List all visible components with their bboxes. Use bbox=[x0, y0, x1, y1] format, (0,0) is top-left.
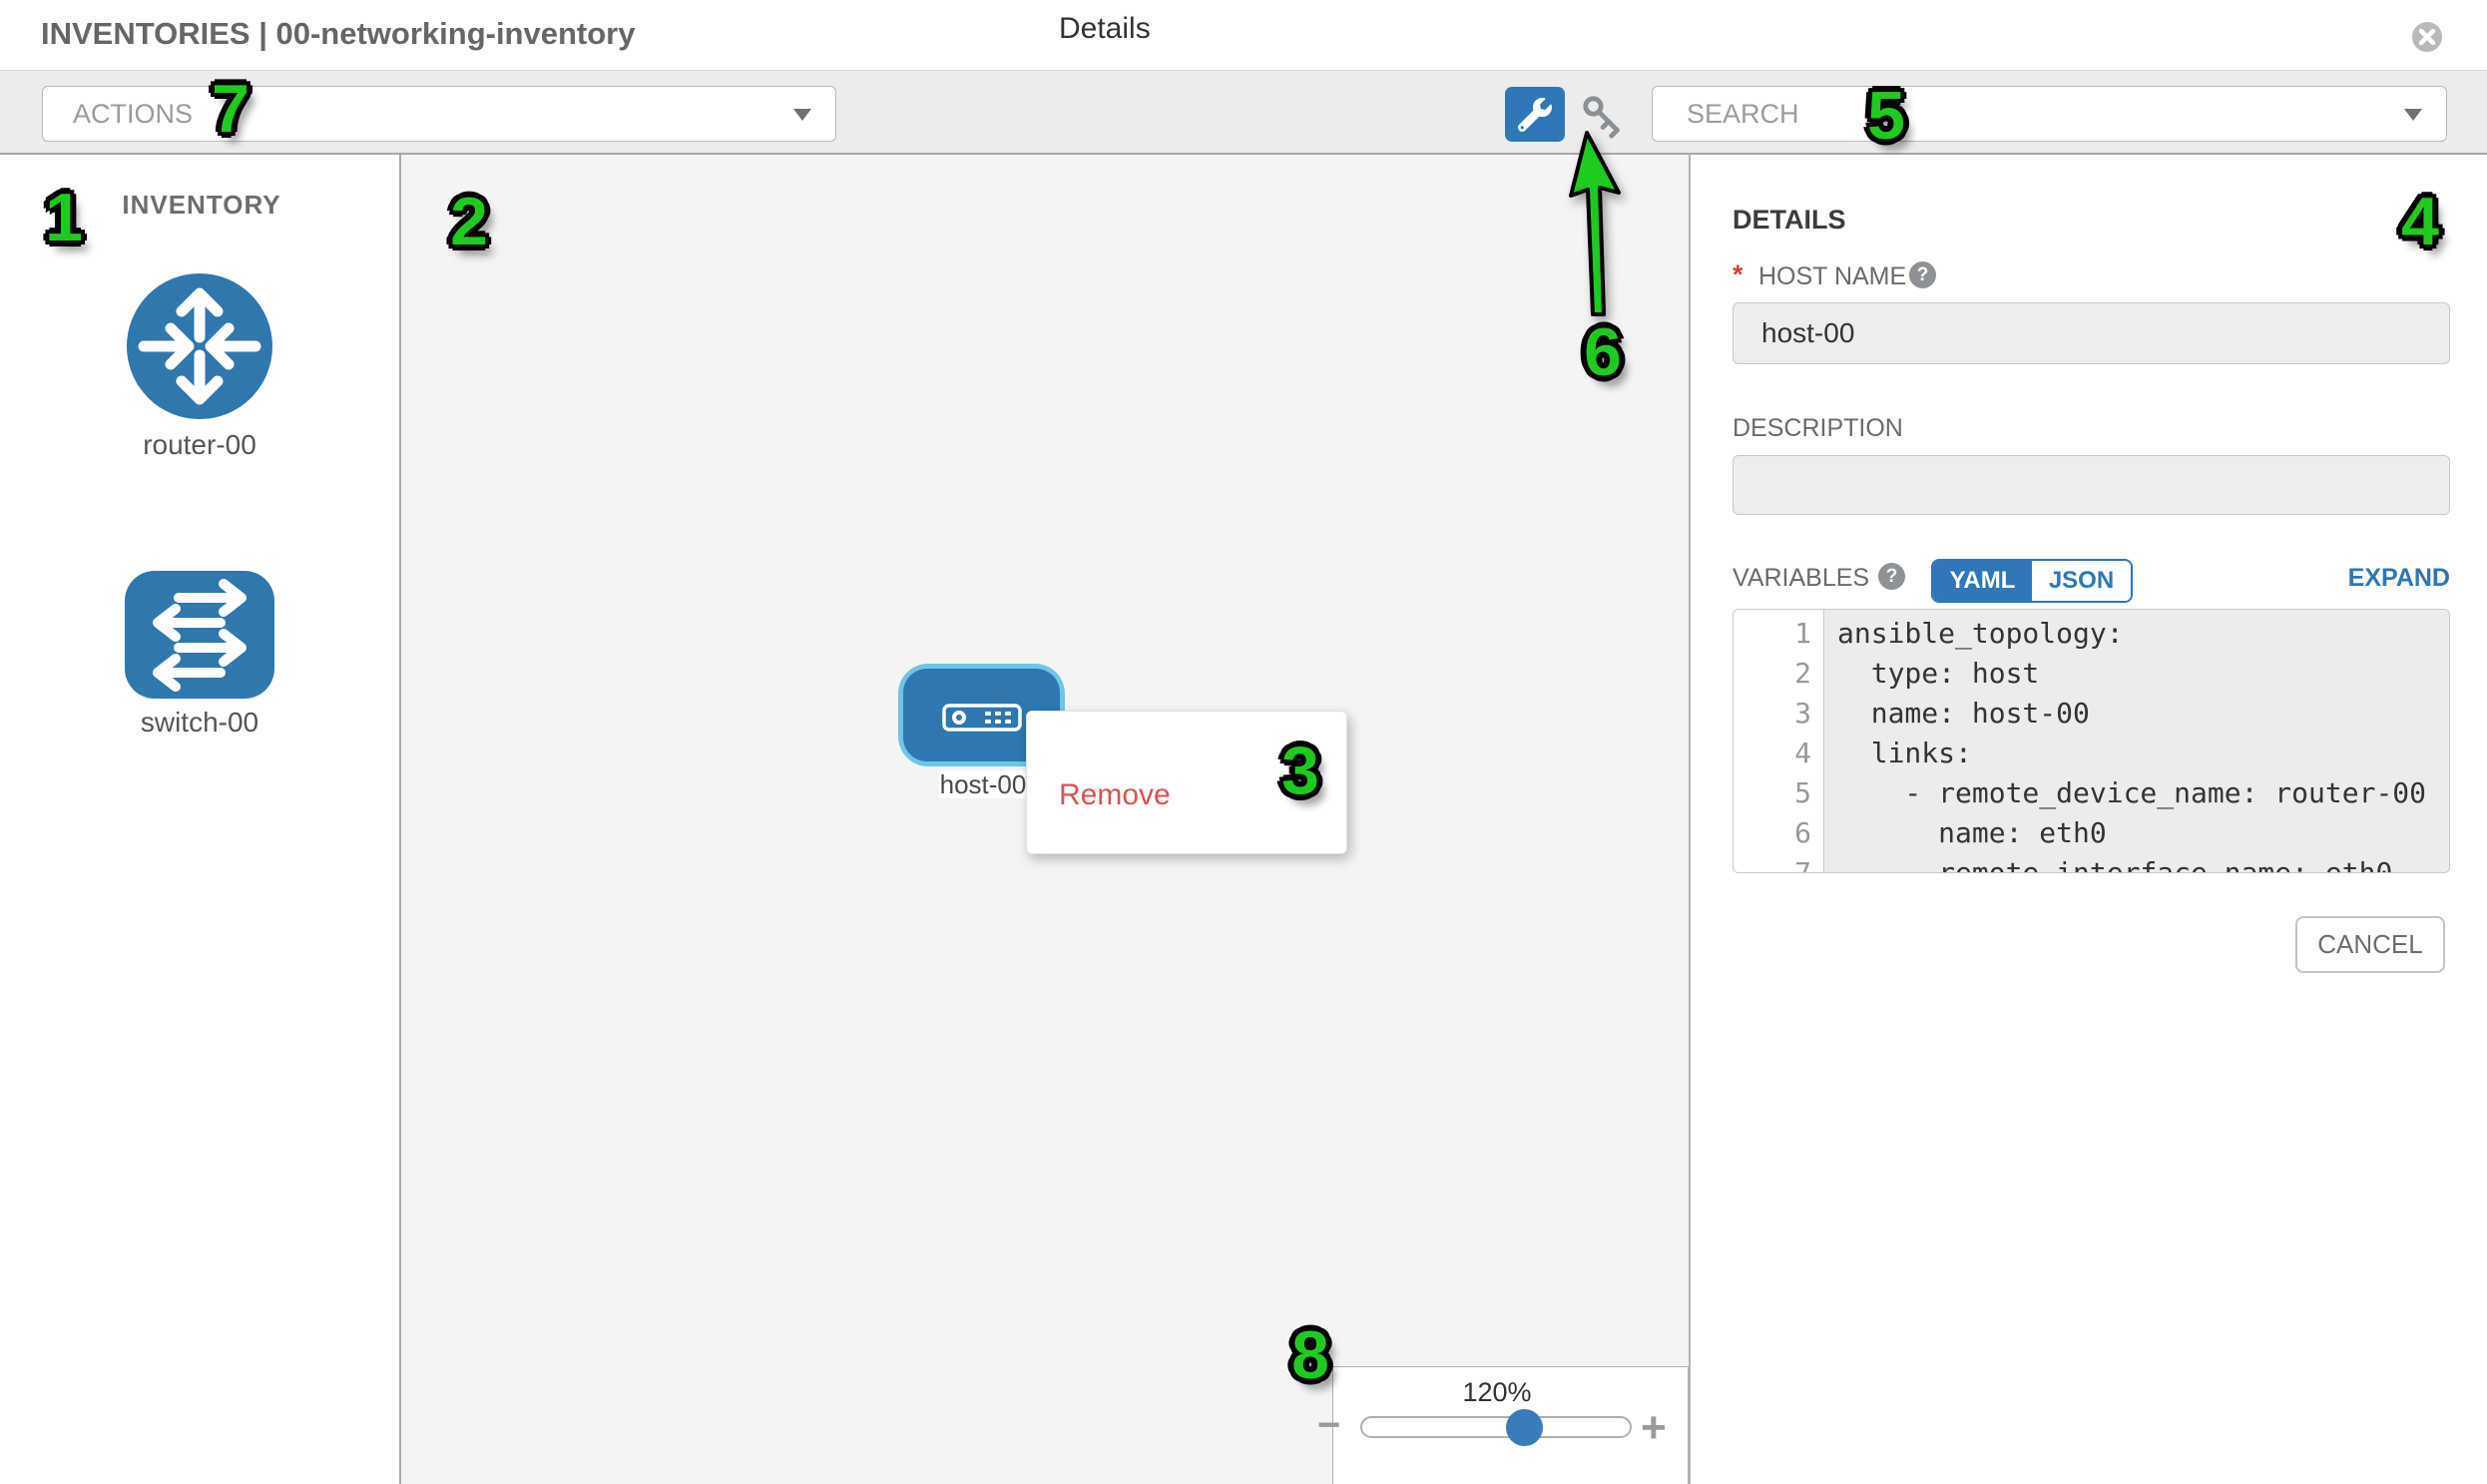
code-line: ansible_topology: bbox=[1823, 614, 2124, 654]
variables-label: VARIABLES bbox=[1733, 564, 1869, 593]
description-label: DESCRIPTION bbox=[1733, 414, 1903, 443]
router-icon bbox=[125, 271, 274, 421]
annotation-arrow-up bbox=[1567, 130, 1631, 321]
line-number: 1 bbox=[1734, 614, 1823, 654]
zoom-out-button[interactable]: − bbox=[1317, 1403, 1340, 1448]
switch-icon bbox=[125, 571, 274, 699]
router-label: router-00 bbox=[115, 429, 284, 461]
sidebar-item-router[interactable] bbox=[125, 271, 274, 426]
switch-label: switch-00 bbox=[115, 707, 284, 739]
search-dropdown[interactable]: SEARCH bbox=[1652, 86, 2447, 142]
chevron-down-icon bbox=[2404, 109, 2422, 121]
help-icon[interactable]: ? bbox=[1909, 261, 1936, 288]
code-line: remote_interface_name: eth0 bbox=[1823, 853, 2392, 873]
close-icon[interactable] bbox=[2410, 20, 2444, 54]
zoom-in-button[interactable]: + bbox=[1641, 1403, 1667, 1453]
description-input[interactable] bbox=[1733, 455, 2450, 515]
host-node-label: host-00 bbox=[939, 770, 1027, 798]
app-window: INVENTORIES | 00-networking-inventory AC… bbox=[0, 0, 2487, 1484]
host-name-input[interactable] bbox=[1733, 302, 2450, 364]
expand-link[interactable]: EXPAND bbox=[2325, 564, 2450, 593]
code-line: name: eth0 bbox=[1823, 813, 2107, 853]
toolbox-button[interactable] bbox=[1505, 87, 1565, 142]
context-menu-details[interactable]: Details bbox=[1059, 11, 1151, 47]
code-lines: 1ansible_topology: 2 type: host 3 name: … bbox=[1734, 614, 2449, 873]
help-icon[interactable]: ? bbox=[1878, 563, 1905, 590]
search-dropdown-label: SEARCH bbox=[1687, 87, 1799, 141]
inventory-heading: INVENTORY bbox=[100, 190, 303, 221]
chevron-down-icon bbox=[793, 109, 811, 121]
annotation-1: 1 bbox=[45, 179, 83, 256]
details-heading: DETAILS bbox=[1733, 205, 1846, 236]
actions-dropdown-label: ACTIONS bbox=[73, 87, 193, 141]
code-line: - remote_device_name: router-00 bbox=[1823, 773, 2426, 813]
annotation-3: 3 bbox=[1281, 732, 1319, 809]
tab-json[interactable]: JSON bbox=[2032, 561, 2131, 601]
tab-yaml[interactable]: YAML bbox=[1933, 561, 2032, 601]
line-number: 6 bbox=[1734, 813, 1823, 853]
line-number: 2 bbox=[1734, 654, 1823, 694]
code-line: links: bbox=[1823, 734, 1972, 773]
zoom-level: 120% bbox=[1332, 1377, 1662, 1408]
annotation-2: 2 bbox=[450, 183, 488, 260]
variables-format-toggle: YAML JSON bbox=[1931, 559, 2133, 603]
line-number: 7 bbox=[1734, 853, 1823, 873]
variables-code-editor[interactable]: 1ansible_topology: 2 type: host 3 name: … bbox=[1733, 609, 2450, 873]
host-name-label: HOST NAME bbox=[1758, 262, 1906, 291]
code-line: type: host bbox=[1823, 654, 2039, 694]
line-number: 4 bbox=[1734, 734, 1823, 773]
line-number: 3 bbox=[1734, 694, 1823, 734]
code-line: name: host-00 bbox=[1823, 694, 2090, 734]
host-server-icon bbox=[942, 704, 1022, 732]
line-number: 5 bbox=[1734, 773, 1823, 813]
annotation-6: 6 bbox=[1584, 313, 1622, 391]
wrench-icon bbox=[1518, 98, 1552, 132]
required-marker: * bbox=[1733, 259, 1743, 290]
context-menu-remove[interactable]: Remove bbox=[1059, 777, 1171, 813]
zoom-slider-track[interactable] bbox=[1360, 1416, 1632, 1438]
actions-dropdown[interactable]: ACTIONS bbox=[42, 86, 836, 142]
sidebar-item-switch[interactable] bbox=[125, 571, 274, 704]
cancel-button[interactable]: CANCEL bbox=[2295, 916, 2445, 973]
annotation-4: 4 bbox=[2401, 183, 2439, 260]
annotation-5: 5 bbox=[1867, 77, 1905, 155]
page-title: INVENTORIES | 00-networking-inventory bbox=[41, 16, 635, 52]
zoom-slider-thumb[interactable] bbox=[1506, 1409, 1543, 1446]
annotation-7: 7 bbox=[212, 70, 249, 148]
annotation-8: 8 bbox=[1291, 1316, 1329, 1394]
